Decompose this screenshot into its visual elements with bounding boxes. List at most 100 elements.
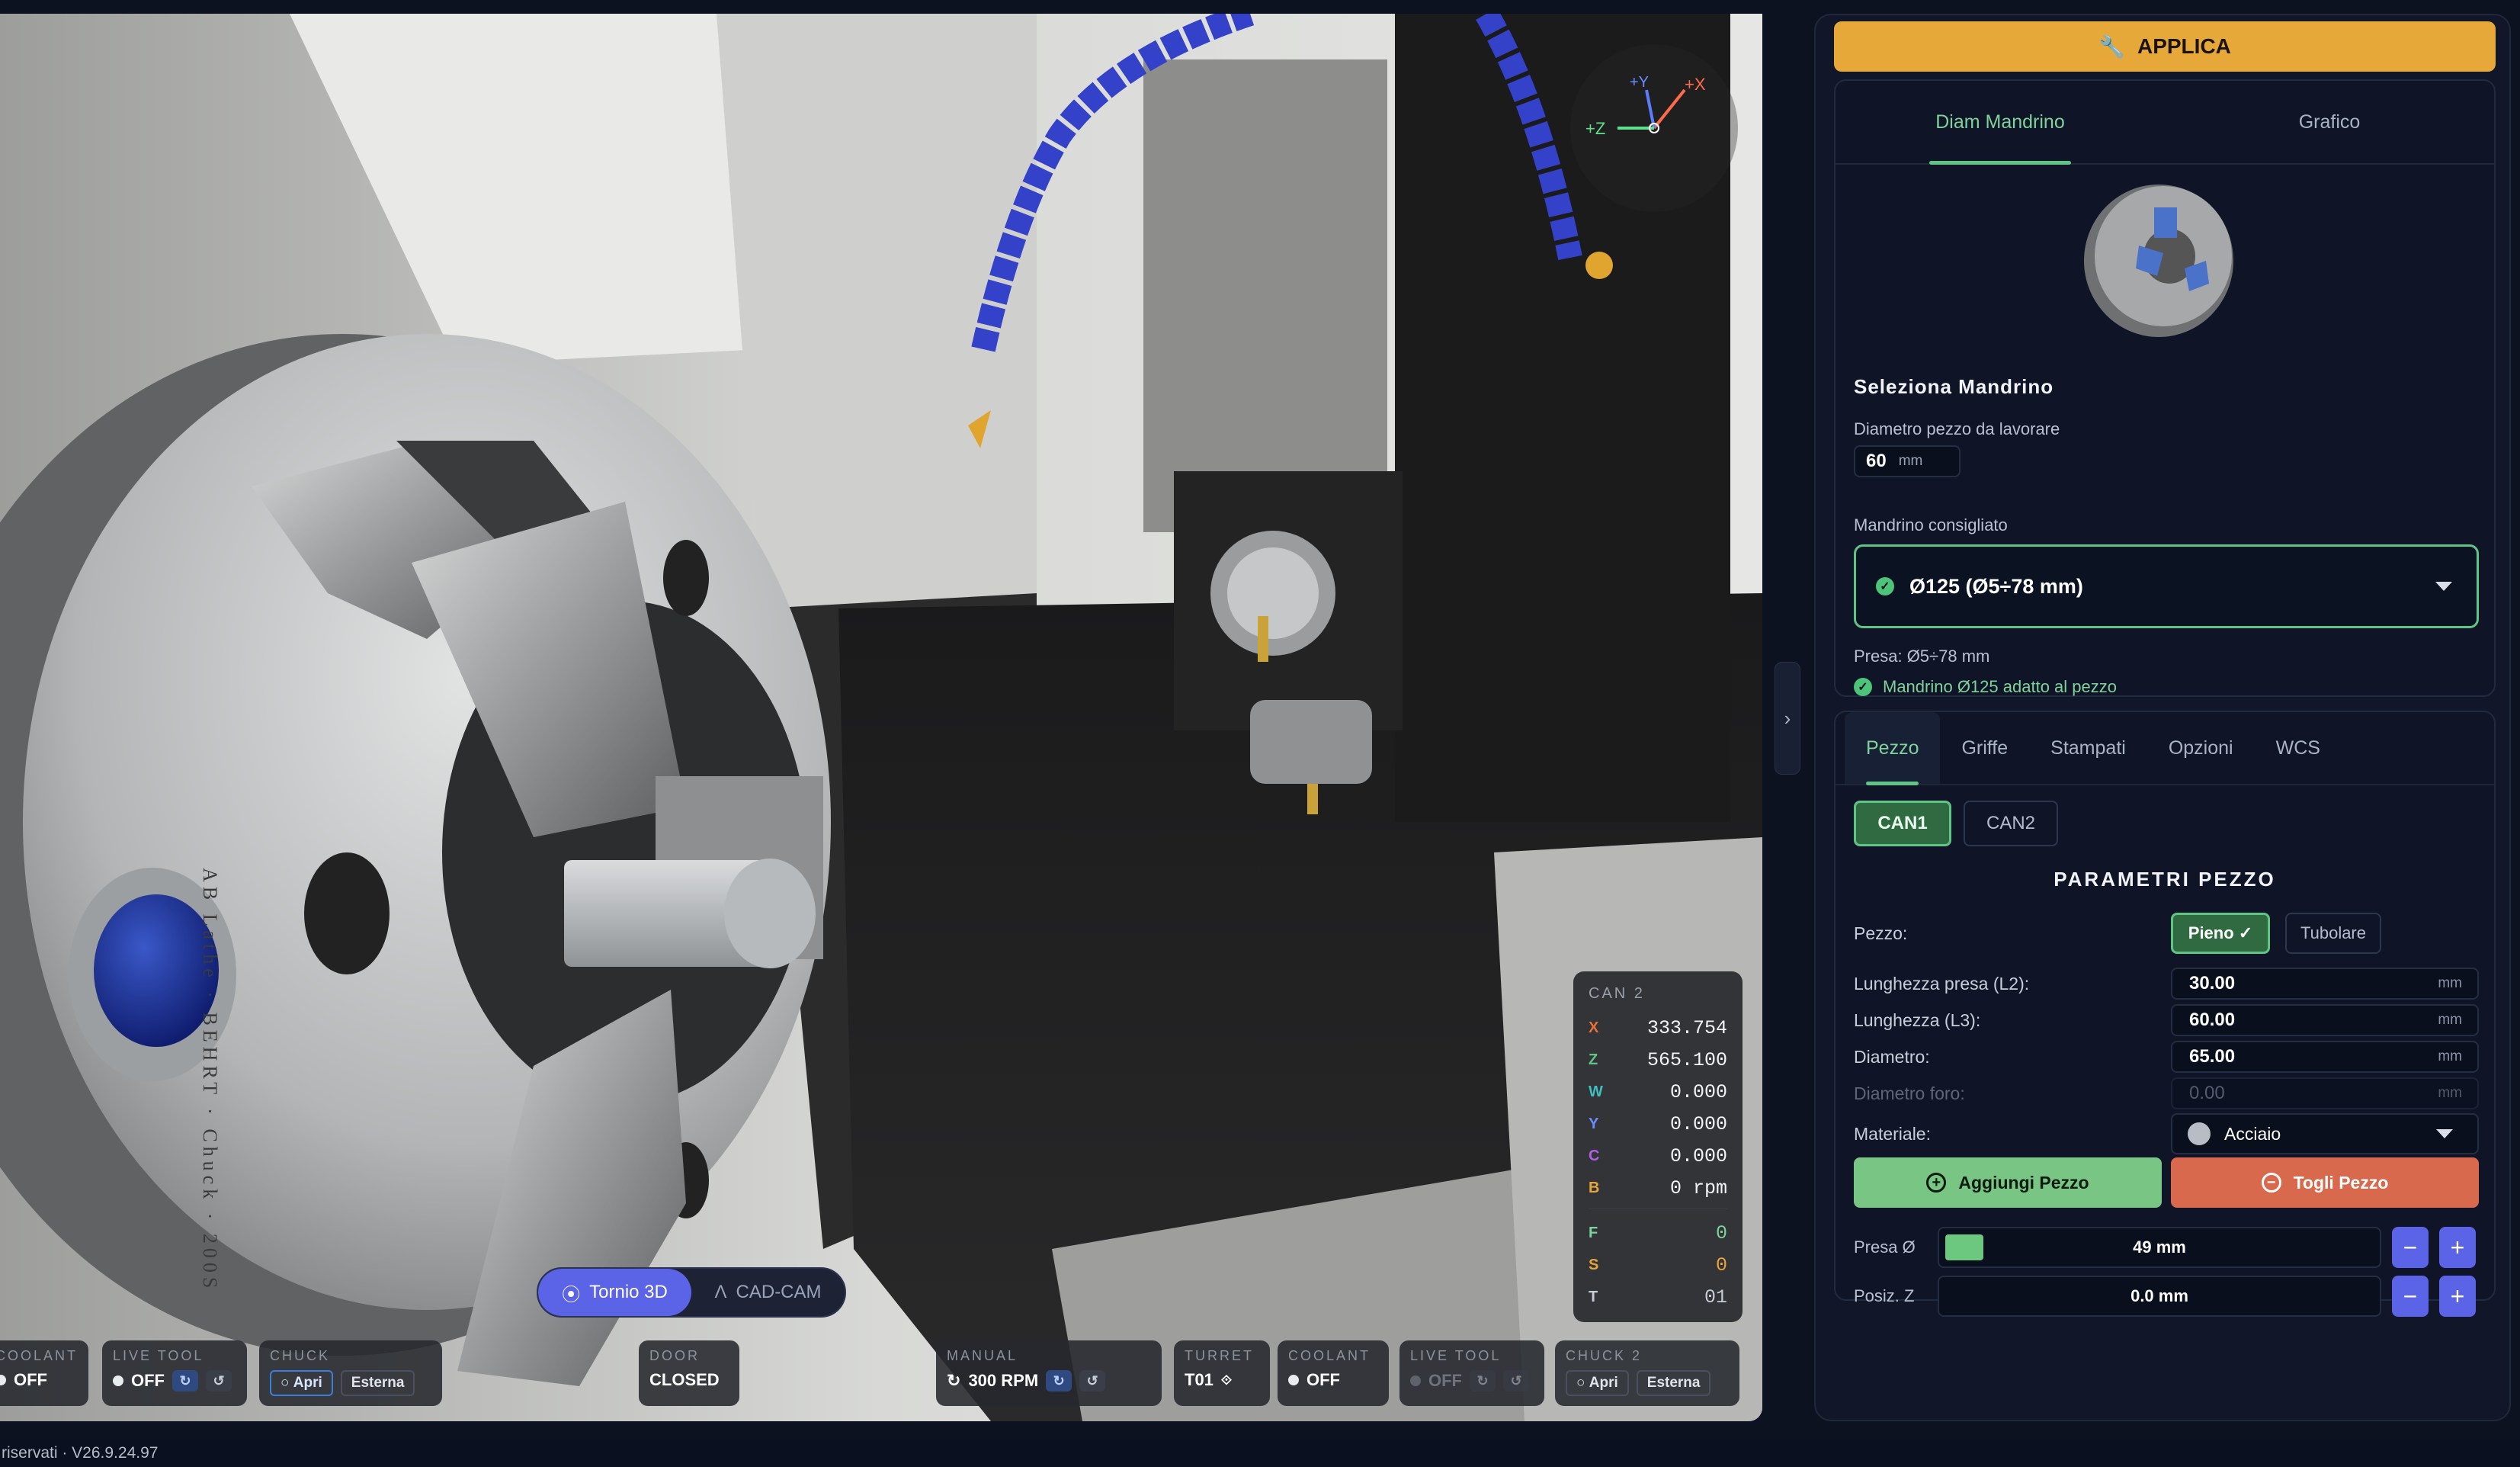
chuck-card[interactable]: CHUCK ○ Apri Esterna (259, 1340, 442, 1406)
apply-button[interactable]: 🔧 APPLICA (1834, 21, 2496, 72)
live-tool-card[interactable]: LIVE TOOL OFF ↻ ↺ (102, 1340, 247, 1406)
add-piece-label: Aggiungi Pezzo (1958, 1172, 2089, 1193)
door-card[interactable]: DOOR CLOSED (639, 1340, 739, 1406)
presa-increment-button[interactable]: + (2439, 1227, 2476, 1268)
can2-button[interactable]: CAN2 (1964, 801, 2058, 846)
chuck-select-value: Ø125 (Ø5÷78 mm) (1909, 574, 2083, 598)
tab-wcs[interactable]: WCS (2255, 712, 2342, 784)
dro-axis-value: 0 rpm (1669, 1176, 1727, 1199)
param-row: Diametro: 65.00 mm (1854, 1040, 2479, 1074)
pezzo-label: Pezzo: (1854, 923, 1908, 943)
coolant2-label: COOLANT (1288, 1348, 1371, 1363)
dro-row-c: C 0.000 (1589, 1140, 1727, 1172)
chuck-select[interactable]: ✓ Ø125 (Ø5÷78 mm) (1854, 544, 2479, 628)
pezzo-row: Pezzo: Pieno ✓ Tubolare (1854, 912, 2479, 955)
chevron-right-icon: › (1784, 706, 1791, 730)
dro-row-w: W 0.000 (1589, 1076, 1727, 1108)
remove-piece-label: Togli Pezzo (2293, 1172, 2389, 1193)
coolant2-value: OFF (1306, 1370, 1340, 1389)
dro-axis-value: 01 (1704, 1286, 1727, 1308)
chuck2-card[interactable]: CHUCK 2 ○ Apri Esterna (1555, 1340, 1739, 1406)
dro-axis-letter: Z (1589, 1051, 1598, 1068)
param-label: Diametro: (1854, 1046, 1930, 1067)
live-tool2-card[interactable]: LIVE TOOL OFF ↻ ↺ (1399, 1340, 1544, 1406)
panel-collapse-toggle[interactable]: › (1775, 662, 1800, 775)
diametro-input[interactable]: 65.00 mm (2171, 1041, 2479, 1073)
rotate-ccw-icon[interactable]: ↺ (1079, 1370, 1106, 1392)
remove-piece-button[interactable]: − Togli Pezzo (2171, 1157, 2479, 1208)
param-row: Diametro foro: 0.00 mm (1854, 1077, 2479, 1110)
lunghezza-input[interactable]: 60.00 mm (2171, 1004, 2479, 1036)
chuck2-open-button[interactable]: ○ Apri (1566, 1370, 1629, 1396)
dro-row-b: B 0 rpm (1589, 1172, 1727, 1204)
chuck-engraving: AB Lathe · BEHRT · Chuck · 200S (199, 868, 221, 1293)
coolant2-card[interactable]: COOLANT OFF (1278, 1340, 1389, 1406)
footer-text: riservati · V26.9.24.97 (2, 1444, 159, 1462)
param-row: Lunghezza presa (L2): 30.00 mm (1854, 967, 2479, 1000)
manual-card[interactable]: MANUAL ↻ 300 RPM ↻ ↺ (936, 1340, 1162, 1406)
axis-gizmo-icon: +X +Y +Z (1585, 74, 1706, 138)
rotate-cw-icon[interactable]: ↻ (1046, 1370, 1072, 1392)
pieno-button[interactable]: Pieno ✓ (2171, 913, 2270, 954)
lunghezza-presa-input[interactable]: 30.00 mm (2171, 968, 2479, 1000)
tab-stampati[interactable]: Stampati (2029, 712, 2147, 784)
chuck-mode-button[interactable]: Esterna (340, 1370, 415, 1396)
camera-3d-icon: ⦿ (562, 1284, 581, 1305)
chevron-down-icon (2436, 1129, 2453, 1138)
coolant-card[interactable]: COOLANT OFF (0, 1340, 88, 1406)
can1-button[interactable]: CAN1 (1854, 801, 1951, 846)
posiz-z-row: Posiz. Z 0.0 mm − + (1854, 1275, 2479, 1318)
add-piece-button[interactable]: + Aggiungi Pezzo (1854, 1157, 2162, 1208)
tab-diam-mandrino[interactable]: Diam Mandrino (1835, 81, 2165, 163)
tubolare-button[interactable]: Tubolare (2285, 913, 2381, 954)
mode-tornio-3d[interactable]: ⦿ Tornio 3D (538, 1269, 691, 1316)
chuck-open-button[interactable]: ○ Apri (270, 1370, 333, 1396)
presa-decrement-button[interactable]: − (2392, 1227, 2429, 1268)
tab-pezzo[interactable]: Pezzo (1845, 712, 1941, 785)
dro-axes: X 333.754 Z 565.100 W 0.000 Y 0.000 C 0.000 B 0 rpm (1589, 1012, 1727, 1204)
posiz-z-increment-button[interactable]: + (2439, 1276, 2476, 1317)
turret-icon: ⟐ (1220, 1372, 1233, 1388)
axis-gizmo[interactable]: +X +Y +Z (1570, 44, 1738, 212)
dro-axis-letter: B (1589, 1179, 1600, 1196)
rotate-ccw-icon[interactable]: ↺ (1503, 1370, 1529, 1392)
lathe-3d-viewport[interactable]: +X +Y +Z AB Lathe · BEHRT · Chuck · 200S… (0, 14, 1762, 1421)
dro-row-f: F0 (1589, 1217, 1727, 1249)
presa-diam-slider[interactable]: 49 mm (1938, 1227, 2381, 1268)
live-tool2-label: LIVE TOOL (1410, 1348, 1502, 1363)
recommended-label: Mandrino consigliato (1854, 515, 2008, 534)
rotate-cw-icon[interactable]: ↻ (172, 1370, 198, 1392)
mode-tornio-label: Tornio 3D (589, 1282, 668, 1302)
posiz-z-decrement-button[interactable]: − (2392, 1276, 2429, 1317)
side-panel: 🔧 APPLICA Diam Mandrino Grafico Selezion… (1814, 14, 2511, 1421)
fit-message: ✓ Mandrino Ø125 adatto al pezzo (1854, 677, 2117, 697)
chuck-thumbnail-image (2084, 185, 2233, 337)
posiz-z-input[interactable]: 0.0 mm (1938, 1276, 2381, 1317)
params-tabs: Pezzo Griffe Stampati Opzioni WCS (1835, 712, 2494, 785)
material-select[interactable]: Acciaio (2171, 1113, 2479, 1154)
rotate-ccw-icon[interactable]: ↺ (206, 1370, 232, 1392)
posiz-z-value: 0.0 mm (2130, 1286, 2188, 1305)
rotate-cw-icon[interactable]: ↻ (1470, 1370, 1496, 1392)
chevron-down-icon (2435, 582, 2452, 591)
diam-input[interactable]: 60 mm (1854, 445, 1961, 477)
turret-card[interactable]: TURRET T01 ⟐ (1174, 1340, 1270, 1406)
chuck2-mode-button[interactable]: Esterna (1636, 1370, 1711, 1396)
tab-griffe[interactable]: Griffe (1940, 712, 2029, 784)
mode-toggle[interactable]: ⦿ Tornio 3D Λ CAD-CAM (537, 1267, 846, 1318)
check-icon: ✓ (1876, 577, 1894, 595)
wrench-icon: 🔧 (2098, 34, 2125, 59)
turret-value: T01 (1185, 1370, 1214, 1389)
dro-row-x: X 333.754 (1589, 1012, 1727, 1044)
tab-opzioni[interactable]: Opzioni (2147, 712, 2255, 784)
posiz-z-label: Posiz. Z (1854, 1286, 1915, 1305)
lathe-scene (0, 14, 1762, 1421)
presa-diam-swatch (1945, 1234, 1983, 1260)
presa-diam-row: Presa Ø 49 mm − + (1854, 1226, 2479, 1269)
tab-grafico[interactable]: Grafico (2165, 81, 2494, 163)
mode-cadcam-label: CAD-CAM (736, 1282, 822, 1302)
coolant-label: COOLANT (0, 1348, 79, 1363)
mode-cad-cam[interactable]: Λ CAD-CAM (691, 1269, 845, 1316)
dro-axis-value: 565.100 (1646, 1048, 1727, 1071)
diametro-foro-input: 0.00 mm (2171, 1077, 2479, 1109)
